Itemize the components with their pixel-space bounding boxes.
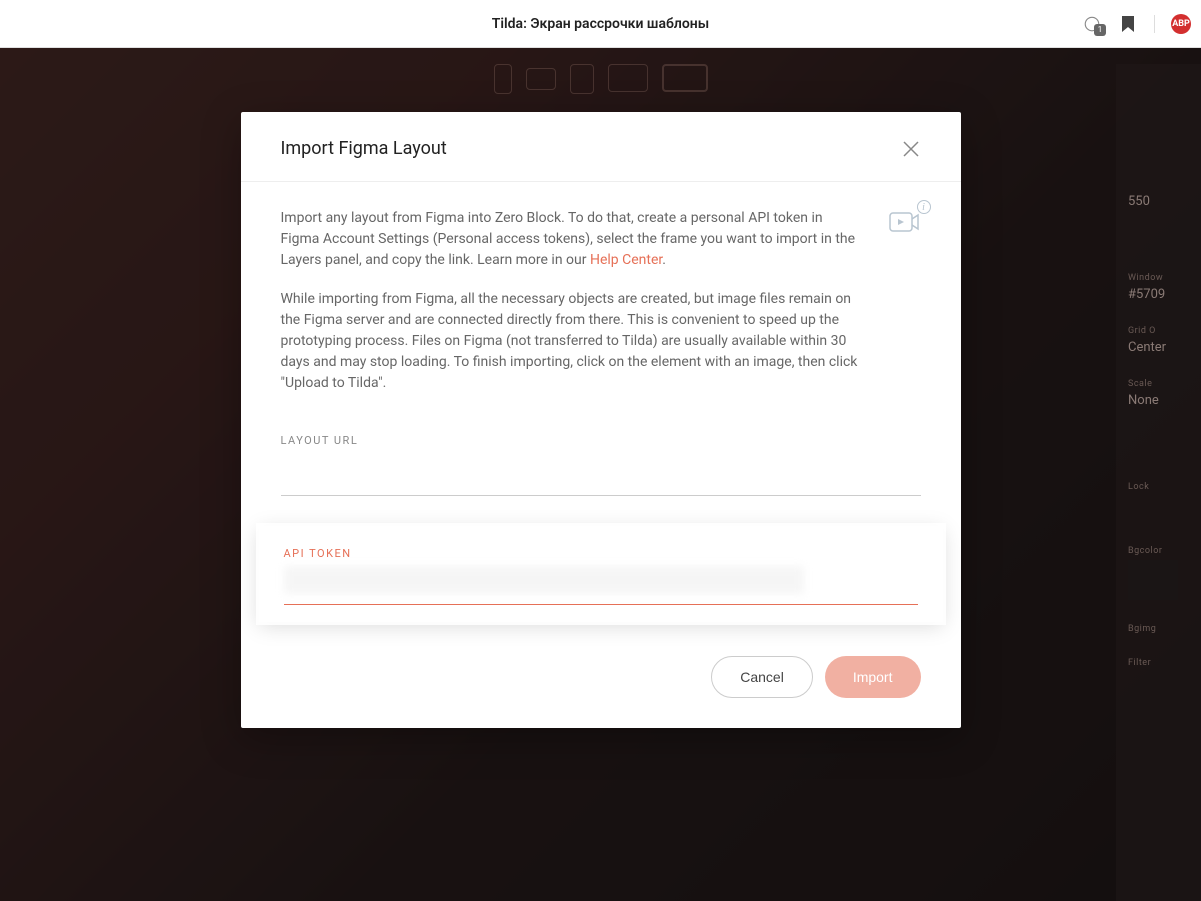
import-figma-modal: Import Figma Layout i Import any layout … [241, 112, 961, 728]
paragraph1-post: . [662, 252, 666, 268]
modal-body: i Import any layout from Figma into Zero… [241, 182, 961, 632]
api-token-label: API TOKEN [284, 547, 918, 560]
import-button[interactable]: Import [825, 656, 921, 698]
video-tutorial-icon[interactable] [889, 210, 921, 242]
paragraph1-pre: Import any layout from Figma into Zero B… [281, 210, 856, 268]
api-token-field-group: API TOKEN [259, 526, 943, 622]
info-icon[interactable]: i [917, 200, 931, 214]
help-center-link[interactable]: Help Center [590, 252, 662, 268]
layout-url-label: LAYOUT URL [281, 434, 921, 447]
close-button[interactable] [901, 139, 921, 159]
api-token-underline [284, 604, 918, 605]
modal-header: Import Figma Layout [241, 112, 961, 182]
layout-url-field-group: LAYOUT URL [281, 434, 921, 496]
api-token-input-blurred[interactable] [284, 566, 804, 594]
modal-overlay: Import Figma Layout i Import any layout … [0, 0, 1201, 901]
modal-paragraph-2: While importing from Figma, all the nece… [281, 289, 861, 394]
layout-url-input[interactable] [281, 453, 921, 496]
modal-paragraph-1: Import any layout from Figma into Zero B… [281, 208, 861, 271]
cancel-button[interactable]: Cancel [711, 656, 813, 698]
modal-title: Import Figma Layout [281, 138, 447, 159]
modal-footer: Cancel Import [241, 632, 961, 728]
